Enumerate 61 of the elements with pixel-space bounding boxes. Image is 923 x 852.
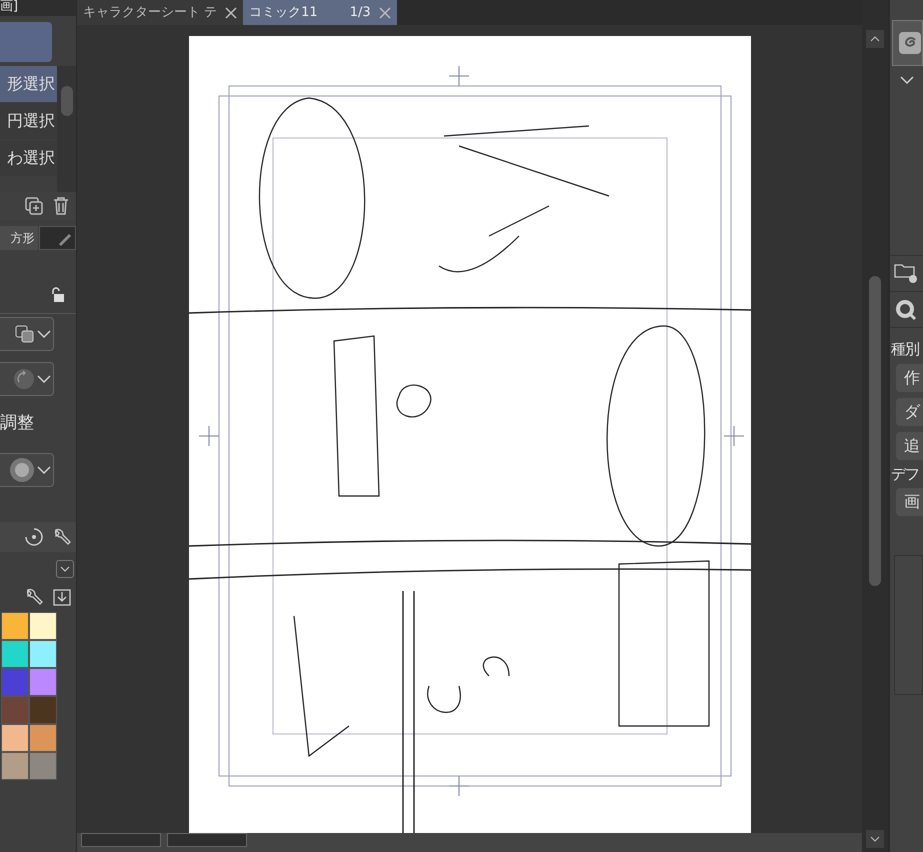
color-swatch[interactable] [29,668,57,696]
chevron-down-icon [60,566,70,572]
default-label: デフ [890,464,920,484]
chevron-down-icon [870,836,880,842]
scrollbar-thumb[interactable] [869,276,881,586]
wrench-icon [52,527,72,547]
tool-list-item[interactable]: 円選択 [0,103,57,139]
chevron-up-icon [870,36,880,42]
trash-icon [52,196,70,216]
wrench-icon [24,587,44,607]
chevron-down-icon [37,466,51,474]
folder-add-icon [894,262,918,284]
color-swatch[interactable] [29,724,57,752]
default-button[interactable]: 画 [896,488,923,516]
color-swatch[interactable] [1,724,29,752]
palette-menu-button[interactable] [56,560,74,578]
category-button[interactable]: ダ [896,398,923,426]
scroll-up-button[interactable] [866,30,884,48]
tool-list-item[interactable]: わ選択 [0,140,57,176]
rotation-field[interactable] [167,833,247,847]
document-tab[interactable]: キャラクターシート テ [77,0,244,25]
chevron-down-icon [37,330,51,338]
active-tool-preview [0,22,52,62]
timer-icon [24,527,44,547]
document-tab[interactable]: コミック11 1/3 [243,0,397,25]
color-swatch[interactable] [29,696,57,724]
close-icon [225,6,238,18]
spiral-button[interactable] [892,20,923,66]
adjust-label: 調整 [0,412,34,436]
duplicate-layer-icon [24,196,44,216]
panel-tab[interactable]: 方形 [0,226,38,250]
color-swatch[interactable] [1,696,29,724]
panel-tab[interactable] [38,226,76,250]
search-icon [894,298,918,322]
brush-tip-icon [9,457,35,483]
color-swatch[interactable] [1,612,29,640]
category-label: 種別 [890,339,920,360]
chevron-down-icon [37,375,51,383]
panel-title: 画] [0,0,18,14]
category-button[interactable]: 作 [896,364,923,392]
pixel-unit-icon [13,368,35,390]
color-swatch[interactable] [1,640,29,668]
spiral-icon [899,32,921,54]
category-button[interactable]: 追 [896,432,923,460]
color-swatch[interactable] [1,752,29,780]
unlock-icon [50,287,64,303]
color-swatch[interactable] [29,752,57,780]
close-icon [378,6,391,18]
tool-list-item[interactable]: 形選択 [0,66,57,102]
color-swatch[interactable] [29,640,57,668]
zoom-field[interactable] [81,833,161,847]
scroll-down-button[interactable] [866,830,884,848]
overlap-icon [15,325,35,343]
download-icon [52,587,72,607]
scrollbar-thumb[interactable] [60,86,72,116]
chevron-down-icon [900,76,914,84]
color-swatch[interactable] [29,612,57,640]
blend-mode-dropdown[interactable] [0,317,54,351]
color-swatch[interactable] [1,668,29,696]
unit-dropdown[interactable] [0,362,54,396]
brush-tip-dropdown[interactable] [0,453,54,487]
